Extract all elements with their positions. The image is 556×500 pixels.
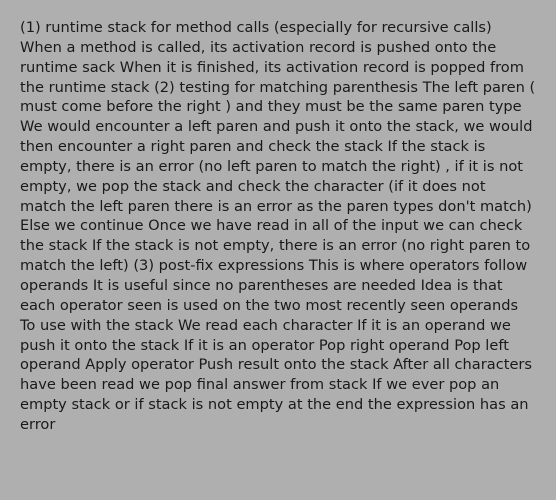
document-body: (1) runtime stack for method calls (espe… — [20, 18, 536, 435]
